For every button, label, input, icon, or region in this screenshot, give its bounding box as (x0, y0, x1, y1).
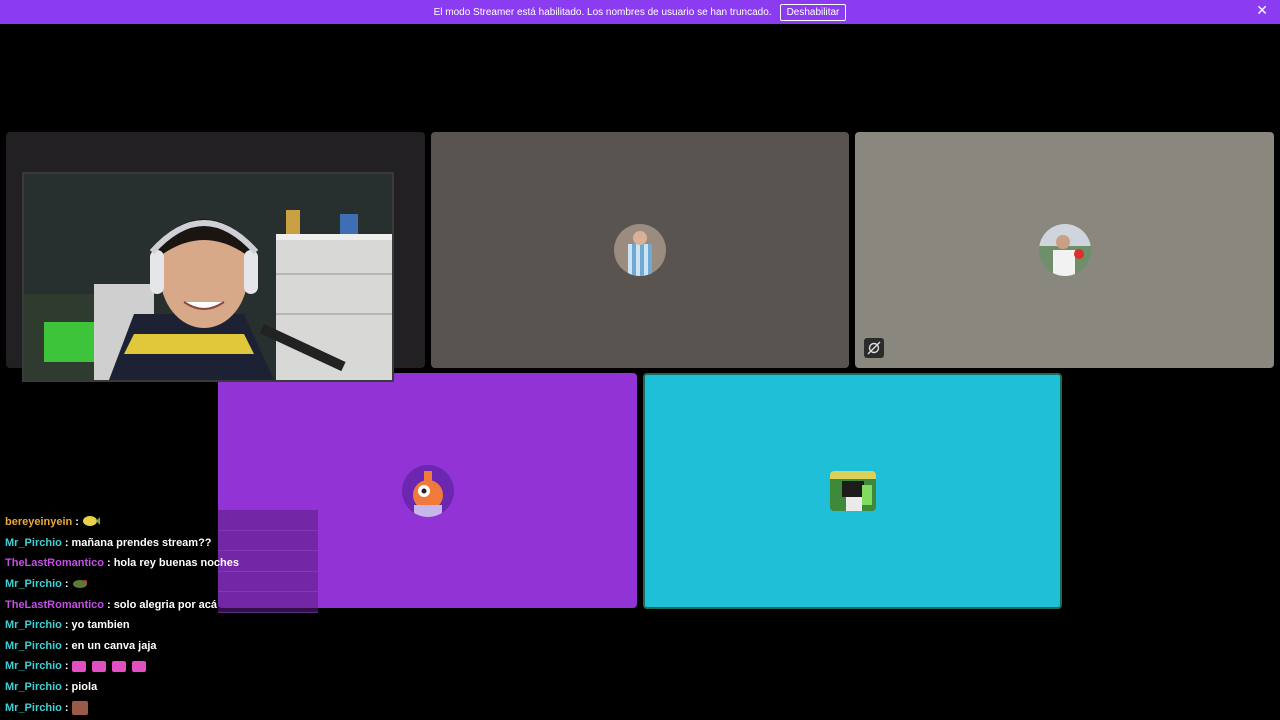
chat-message: bereyeinyein : (5, 512, 245, 533)
bow-emote-icon (71, 660, 86, 672)
participant-avatar (401, 464, 454, 517)
chat-username: Mr_Pirchio (5, 619, 62, 632)
chat-message: TheLastRomantico : hola rey buenas noche… (5, 557, 240, 570)
close-icon[interactable]: ✕ (1256, 2, 1268, 19)
chat-username: Mr_Pirchio (5, 536, 62, 549)
chat-message: Mr_Pirchio : yo tambien (5, 619, 130, 632)
banner-message: El modo Streamer está habilitado. Los no… (433, 6, 772, 18)
bow-emote-icon (91, 660, 106, 672)
turtle-emote-icon (72, 577, 88, 592)
chat-username: Mr_Pirchio (5, 639, 62, 652)
chat-text: piola (71, 681, 98, 694)
chat-text: yo tambien (71, 619, 130, 632)
chat-username: Mr_Pirchio (5, 701, 62, 714)
chat-text: en un canva jaja (71, 639, 157, 652)
video-off-icon (864, 338, 884, 358)
chat-username: TheLastRomantico (5, 557, 105, 570)
streamer-mode-banner: El modo Streamer está habilitado. Los no… (0, 0, 1280, 24)
chat-message: Mr_Pirchio : en un canva jaja (5, 639, 157, 652)
participant-tile-3[interactable] (855, 132, 1274, 368)
participant-tile-5[interactable] (643, 373, 1062, 609)
chat-username: Mr_Pirchio (5, 660, 62, 673)
participant-avatar (829, 471, 876, 511)
chat-username: Mr_Pirchio (5, 681, 62, 694)
participant-tile-2[interactable] (431, 132, 849, 368)
chat-username: Mr_Pirchio (5, 578, 62, 591)
bow-emote-icon (111, 660, 126, 672)
chat-message: Mr_Pirchio : (5, 697, 245, 718)
chat-message: Mr_Pirchio : mañana prendes stream?? (5, 536, 212, 549)
streamer-webcam (22, 172, 394, 382)
participant-avatar (614, 224, 666, 276)
disable-streamer-mode-button[interactable]: Deshabilitar (779, 3, 847, 21)
chat-message: Mr_Pirchio : piola (5, 681, 98, 694)
participant-avatar (1038, 224, 1091, 276)
chat-username: TheLastRomantico (5, 598, 105, 611)
bow-emote-icon (131, 660, 146, 672)
chat-text: mañana prendes stream?? (71, 536, 212, 549)
chat-username: bereyeinyein (5, 516, 73, 529)
face-emote-icon (71, 700, 88, 715)
chat-text: hola rey buenas noches (113, 557, 240, 570)
chat-overlay: bereyeinyein : Mr_Pirchio : mañana prend… (5, 512, 245, 718)
chat-message: Mr_Pirchio : (5, 574, 245, 595)
chat-text: solo alegria por acá (113, 598, 218, 611)
chat-message: Mr_Pirchio : (5, 656, 245, 677)
fish-emote-icon (82, 515, 100, 530)
chat-message: TheLastRomantico : solo alegria por acá (5, 598, 218, 611)
